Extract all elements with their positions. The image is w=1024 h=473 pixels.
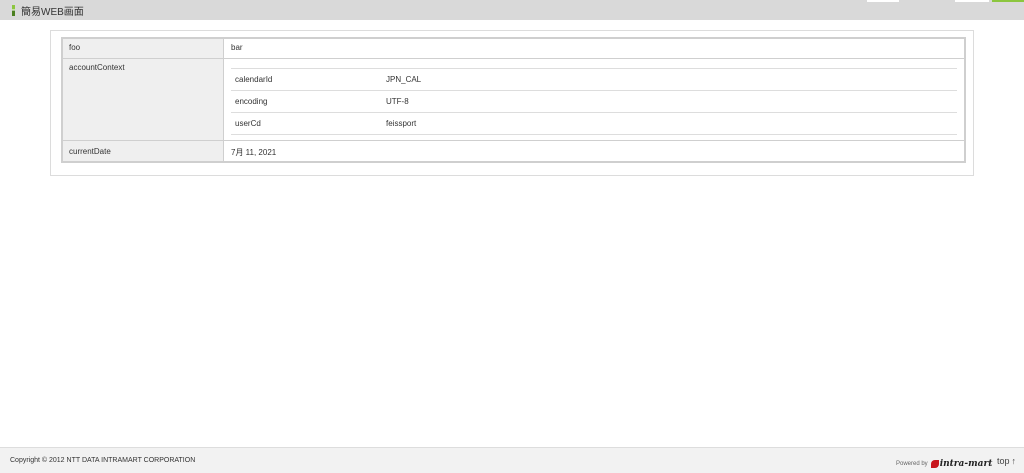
table-row: accountContext calendarId JPN_CAL encodi… [63,59,964,141]
page-title-text: 簡易WEB画面 [21,6,84,18]
value-cell: calendarId JPN_CAL encoding UTF-8 userCd… [224,59,964,140]
page-title: 簡易WEB画面 [12,3,84,18]
nested-row: userCd feissport [231,113,957,135]
nested-value: UTF-8 [386,97,409,106]
copyright-text: Copyright © 2012 NTT DATA INTRAMART CORP… [10,457,196,464]
header-tab-1[interactable] [867,0,899,2]
context-table: foo bar accountContext calendarId JPN_CA… [61,37,966,163]
top-label: top [997,456,1010,466]
arrow-up-icon: ↑ [1011,456,1017,466]
nested-row: encoding UTF-8 [231,91,957,113]
nested-value: feissport [386,119,417,128]
value-cell: bar [231,43,243,52]
key-cell: currentDate [63,141,224,161]
logo-mark-icon [930,460,939,468]
key-cell: accountContext [63,59,224,140]
nested-key: encoding [235,97,268,106]
nested-key: calendarId [235,75,273,84]
logo-text: intra-mart [939,459,993,469]
table-row: foo bar [63,39,964,59]
value-cell: 7月 11, 2021 [231,148,277,157]
nested-row: calendarId JPN_CAL [231,69,957,91]
content-panel: foo bar accountContext calendarId JPN_CA… [50,30,974,176]
header-accent [992,0,1024,2]
page-marker-icon [12,4,15,16]
back-to-top-link[interactable]: top ↑ [997,456,1016,466]
nested-key: userCd [235,119,261,128]
header-bar: 簡易WEB画面 [0,0,1024,20]
footer: Copyright © 2012 NTT DATA INTRAMART CORP… [0,447,1024,473]
nested-value: JPN_CAL [386,75,422,84]
table-row: currentDate 7月 11, 2021 [63,141,964,161]
key-cell: foo [63,39,224,58]
powered-by-label: Powered by [896,461,928,467]
nested-table: calendarId JPN_CAL encoding UTF-8 userCd… [231,68,957,135]
powered-by: Powered by intra-mart [896,459,992,469]
intra-mart-logo: intra-mart [930,459,993,469]
header-tab-2[interactable] [955,0,989,2]
